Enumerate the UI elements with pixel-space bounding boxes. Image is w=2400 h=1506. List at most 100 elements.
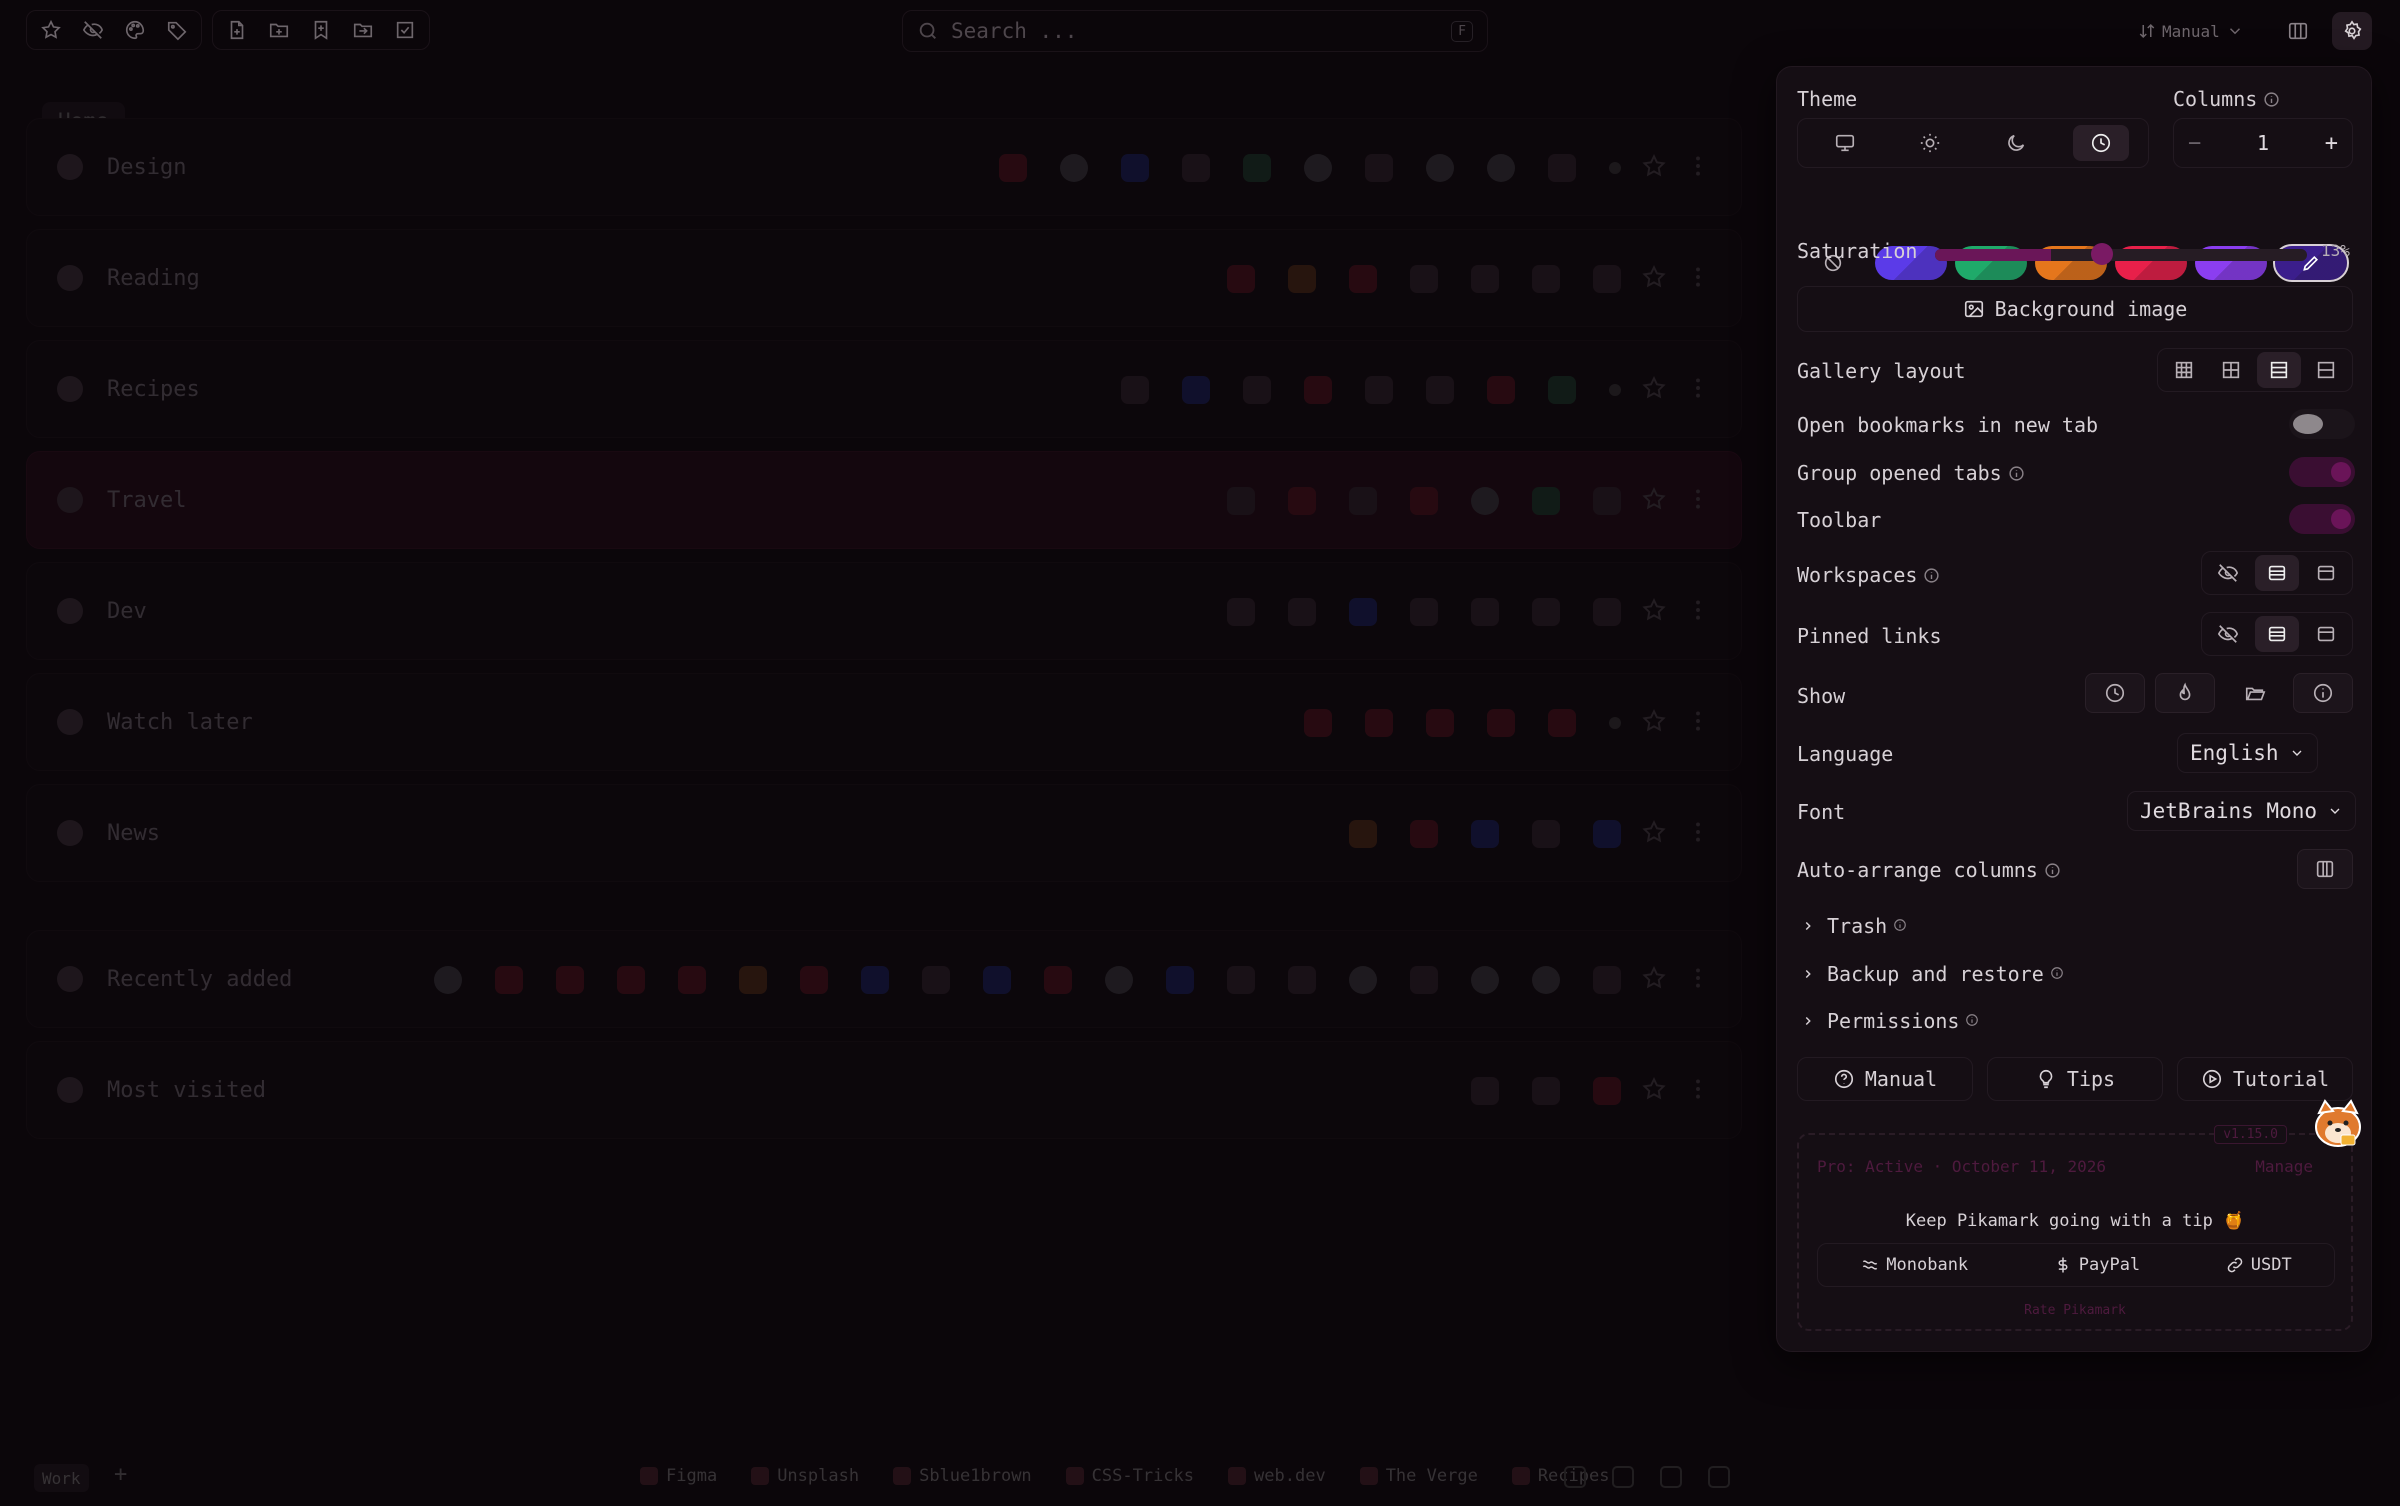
manual-button[interactable]: Manual — [1797, 1057, 1973, 1101]
favicon[interactable] — [1410, 820, 1438, 848]
favicon[interactable] — [1426, 154, 1454, 182]
favicon[interactable] — [617, 966, 645, 994]
manage-link[interactable]: Manage — [2255, 1157, 2313, 1176]
star-icon[interactable] — [1641, 965, 1671, 995]
moon-icon[interactable] — [1988, 125, 2044, 161]
favicon[interactable] — [1593, 966, 1621, 994]
favicon[interactable] — [1044, 966, 1072, 994]
favicon[interactable] — [1182, 376, 1210, 404]
favicon[interactable] — [1243, 376, 1271, 404]
rate-link[interactable]: Rate Pikamark — [1799, 1303, 2351, 1318]
background-image-button[interactable]: Background image — [1797, 286, 2353, 332]
tag-icon[interactable] — [159, 14, 195, 46]
favicon[interactable] — [1532, 820, 1560, 848]
columns-plus-button[interactable]: + — [2325, 131, 2338, 156]
favicon[interactable] — [1304, 376, 1332, 404]
bookmark-group-row[interactable]: Recently added — [26, 930, 1742, 1028]
folder-open-icon[interactable] — [2225, 673, 2285, 713]
lock-icon[interactable] — [1612, 1466, 1634, 1488]
folder-plus-icon[interactable] — [261, 14, 297, 46]
favicon[interactable] — [1532, 487, 1560, 515]
favicon[interactable] — [1349, 820, 1377, 848]
favicon[interactable] — [983, 966, 1011, 994]
pinned-link[interactable]: CSS-Tricks — [1065, 1466, 1194, 1486]
favicon[interactable] — [1471, 820, 1499, 848]
favicon[interactable] — [999, 154, 1027, 182]
monobank-button[interactable]: Monobank — [1860, 1255, 1968, 1275]
more-icon[interactable] — [1685, 375, 1715, 405]
language-select[interactable]: English — [2177, 733, 2318, 773]
favicon[interactable] — [678, 966, 706, 994]
favicon[interactable] — [1365, 376, 1393, 404]
add-workspace-button[interactable]: + — [114, 1462, 127, 1487]
more-icon[interactable] — [1685, 1076, 1715, 1106]
star-icon[interactable] — [1641, 819, 1671, 849]
favicon[interactable] — [1288, 265, 1316, 293]
bookmark-group-row[interactable]: News — [26, 784, 1742, 882]
clock-icon[interactable] — [2085, 673, 2145, 713]
favicon[interactable] — [1288, 966, 1316, 994]
favicon[interactable] — [1487, 376, 1515, 404]
more-icon[interactable] — [1685, 597, 1715, 627]
edit-icon[interactable] — [1708, 1466, 1730, 1488]
favicon[interactable] — [1593, 598, 1621, 626]
toolbar-toggle[interactable] — [2289, 504, 2355, 534]
favicon[interactable] — [1349, 966, 1377, 994]
favicon[interactable] — [1471, 598, 1499, 626]
favicon[interactable] — [1304, 154, 1332, 182]
eye-off-icon[interactable] — [75, 14, 111, 46]
favicon[interactable] — [1471, 265, 1499, 293]
pinned-link[interactable]: web.dev — [1228, 1466, 1326, 1486]
favicon[interactable] — [1182, 154, 1210, 182]
favicon[interactable] — [1365, 154, 1393, 182]
favicon[interactable] — [1349, 265, 1377, 293]
star-icon[interactable] — [1641, 264, 1671, 294]
panel-top-icon[interactable] — [2304, 616, 2348, 652]
favicon[interactable] — [800, 966, 828, 994]
favicon[interactable] — [861, 966, 889, 994]
eye-off-icon[interactable] — [2206, 555, 2250, 591]
favicon[interactable] — [1304, 709, 1332, 737]
usdt-button[interactable]: USDT — [2225, 1255, 2292, 1275]
columns-icon[interactable] — [2297, 849, 2353, 889]
open-new-tab-toggle[interactable] — [2289, 409, 2355, 439]
star-icon[interactable] — [1641, 597, 1671, 627]
folder-import-icon[interactable] — [345, 14, 381, 46]
favicon[interactable] — [1288, 598, 1316, 626]
favicon[interactable] — [1410, 487, 1438, 515]
favicon[interactable] — [1471, 966, 1499, 994]
star-icon[interactable] — [1641, 153, 1671, 183]
grid-small-icon[interactable] — [2162, 352, 2206, 388]
favicon[interactable] — [1593, 265, 1621, 293]
favicon[interactable] — [1227, 598, 1255, 626]
favicon[interactable] — [1532, 265, 1560, 293]
favicon[interactable] — [1121, 154, 1149, 182]
columns-minus-button[interactable]: − — [2188, 131, 2201, 156]
favicon[interactable] — [1243, 154, 1271, 182]
favicon[interactable] — [1288, 487, 1316, 515]
favicon[interactable] — [1426, 376, 1454, 404]
panel-bottom-icon[interactable] — [2255, 555, 2299, 591]
bookmark-group-row[interactable]: Travel — [26, 451, 1742, 549]
favicon[interactable] — [922, 966, 950, 994]
grid-icon[interactable] — [2209, 352, 2253, 388]
more-icon[interactable] — [1685, 264, 1715, 294]
info-icon[interactable] — [2293, 673, 2353, 713]
favicon[interactable] — [495, 966, 523, 994]
favicon[interactable] — [1365, 709, 1393, 737]
star-icon[interactable] — [1641, 1076, 1671, 1106]
bookmark-group-row[interactable]: Dev — [26, 562, 1742, 660]
bookmark-group-row[interactable]: Design — [26, 118, 1742, 216]
favicon[interactable] — [1532, 1077, 1560, 1105]
more-icon[interactable] — [1685, 819, 1715, 849]
bookmark-group-row[interactable]: Recipes — [26, 340, 1742, 438]
star-icon[interactable] — [33, 14, 69, 46]
file-plus-icon[interactable] — [219, 14, 255, 46]
panel-bottom-icon[interactable] — [2255, 616, 2299, 652]
eye-off-icon[interactable] — [2206, 616, 2250, 652]
more-icon[interactable] — [1685, 153, 1715, 183]
favicon[interactable] — [1548, 154, 1576, 182]
workspace-tab[interactable]: Work — [34, 1464, 89, 1492]
checkbox-icon[interactable] — [387, 14, 423, 46]
clock-icon[interactable] — [2073, 125, 2130, 161]
